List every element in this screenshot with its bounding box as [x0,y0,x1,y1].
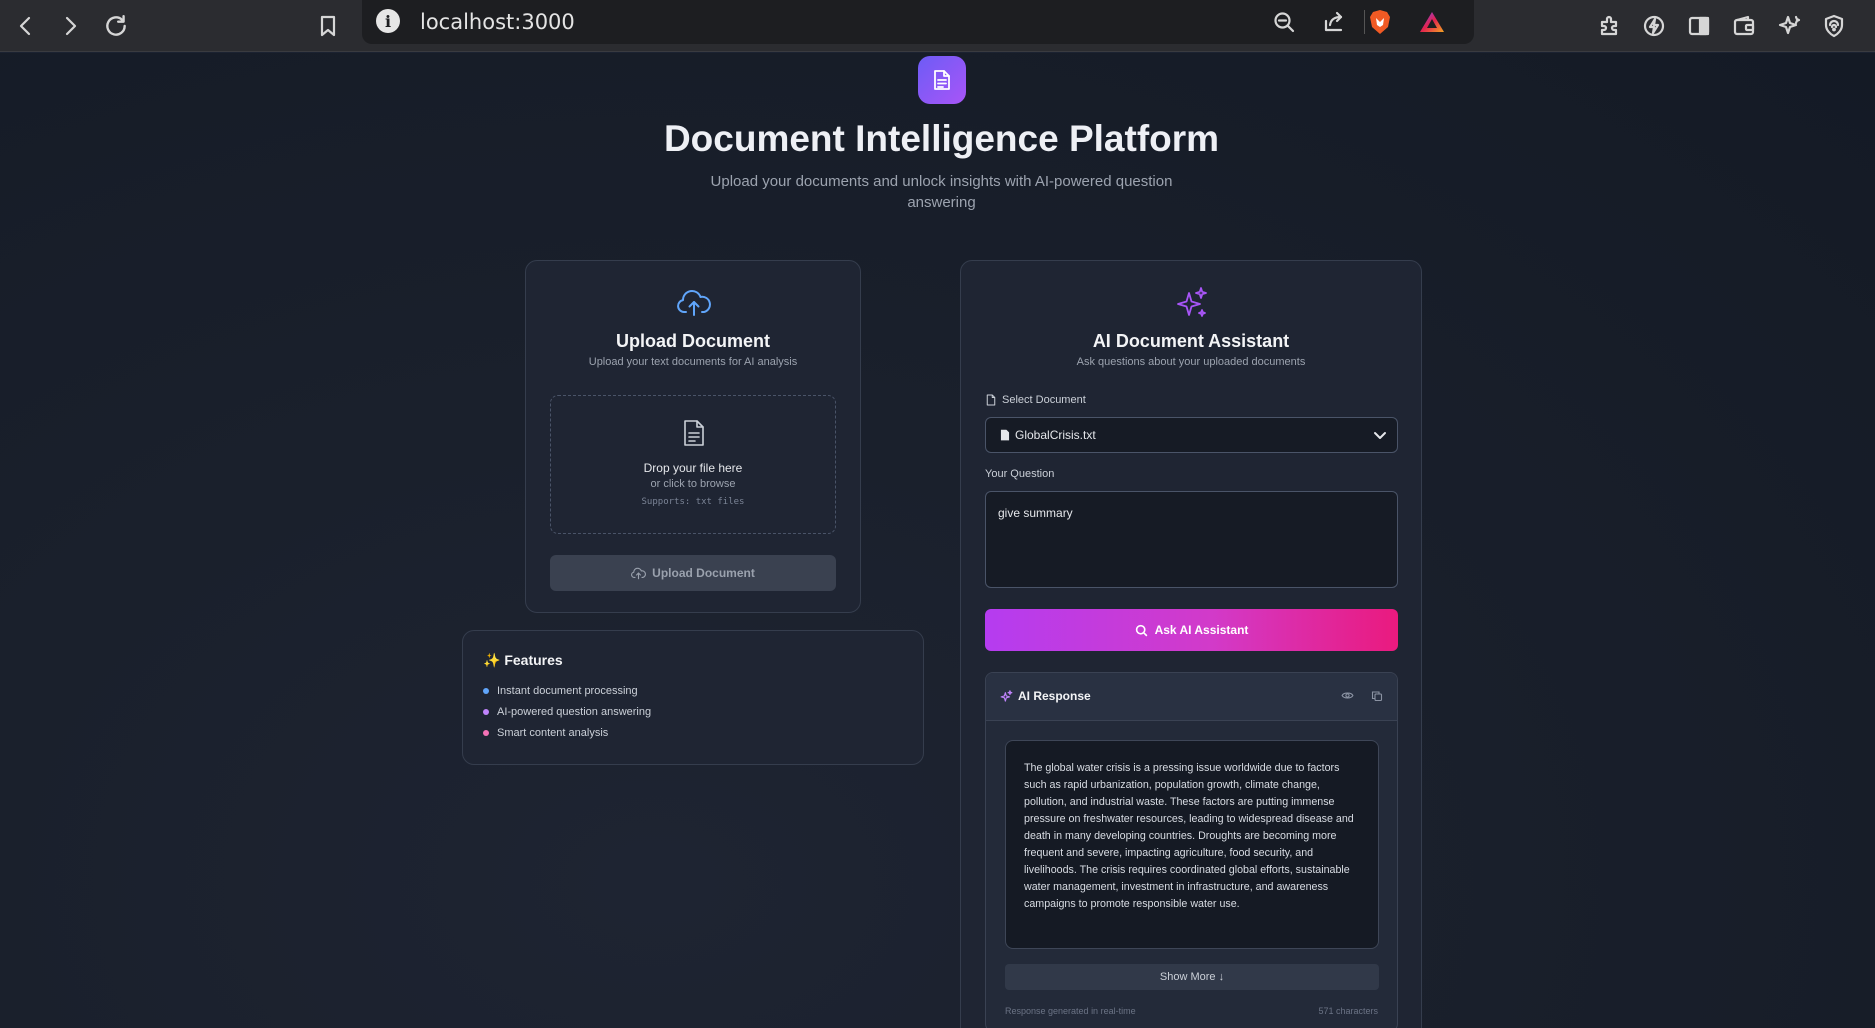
chevron-down-icon [1373,428,1387,447]
upload-card-subtitle: Upload your text documents for AI analys… [588,356,798,368]
cloud-upload-icon [676,287,712,319]
feature-item: AI-powered question answering [483,706,651,718]
upload-button-label: Upload Document [652,566,755,580]
feature-item: Instant document processing [483,685,638,697]
bullet-dot [483,709,489,715]
url-text: localhost:3000 [420,10,575,34]
file-dropzone[interactable]: Drop your file here or click to browse S… [550,395,836,534]
show-more-button[interactable]: Show More ↓ [1005,964,1379,990]
ai-sparkle-icon[interactable] [1769,6,1809,46]
features-title: ✨ Features [483,652,563,668]
leo-icon[interactable] [1634,6,1674,46]
toolbar-separator [1364,10,1365,34]
browser-toolbar: i localhost:3000 [0,0,1875,52]
select-document-label-text: Select Document [1002,394,1086,406]
feature-item: Smart content analysis [483,727,608,739]
selected-document-name: GlobalCrisis.txt [1015,428,1096,442]
response-title: AI Response [1000,689,1091,703]
vpn-shield-icon[interactable] [1814,6,1854,46]
search-icon [1135,624,1147,636]
document-select[interactable]: GlobalCrisis.txt [985,417,1398,453]
response-character-count: 571 characters [1318,1006,1378,1016]
ai-response-panel: AI Response The global water crisis is a… [985,672,1398,1028]
response-footer-status: Response generated in real-time [1005,1006,1136,1016]
sidebar-icon[interactable] [1679,6,1719,46]
address-bar[interactable]: i localhost:3000 [362,0,1474,44]
assistant-card-subtitle: Ask questions about your uploaded docume… [1076,356,1306,368]
wallet-icon[interactable] [1724,6,1764,46]
cloud-upload-icon [631,567,647,579]
response-title-text: AI Response [1018,689,1091,703]
question-input[interactable]: give summary [985,491,1398,588]
upload-card: Upload Document Upload your text documen… [525,260,861,613]
assistant-card: AI Document Assistant Ask questions abou… [960,260,1422,1028]
file-icon [1000,429,1010,441]
sparkles-icon [1174,285,1210,321]
dropzone-browse-text: or click to browse [650,478,736,490]
site-info-icon[interactable]: i [376,9,400,33]
feature-label: Instant document processing [497,685,638,697]
zoom-out-icon[interactable] [1268,6,1300,38]
bullet-dot [483,730,489,736]
feature-label: Smart content analysis [497,727,609,739]
share-icon[interactable] [1318,6,1350,38]
brave-rewards-icon[interactable] [1416,6,1448,38]
sparkles-icon [1000,689,1013,702]
copy-icon[interactable] [1371,689,1383,707]
document-icon [934,70,950,90]
select-document-label: Select Document [986,394,1086,406]
file-icon [679,418,709,448]
feature-label: AI-powered question answering [497,706,652,718]
ask-button-label: Ask AI Assistant [1154,623,1249,637]
bullet-dot [483,688,489,694]
response-text: The global water crisis is a pressing is… [1005,740,1379,949]
page-subtitle: Upload your documents and unlock insight… [710,173,1173,211]
upload-card-title: Upload Document [615,331,770,351]
response-header: AI Response [986,673,1397,721]
features-card: ✨ Features Instant document processing A… [462,630,924,765]
back-icon[interactable] [6,6,46,46]
eye-icon[interactable] [1341,689,1354,707]
dropzone-supported-types: Supports: txt files [641,497,745,507]
upload-document-button[interactable]: Upload Document [550,555,836,591]
bookmark-icon[interactable] [308,6,348,46]
page-content: Document Intelligence Platform Upload yo… [0,53,1875,1028]
file-icon [986,394,996,406]
question-label: Your Question [985,468,1055,480]
extensions-icon[interactable] [1590,6,1630,46]
assistant-card-title: AI Document Assistant [1092,331,1290,351]
reload-icon[interactable] [96,6,136,46]
brave-shield-icon[interactable] [1364,6,1396,38]
forward-icon[interactable] [50,6,90,46]
selected-document: GlobalCrisis.txt [1000,428,1096,442]
dropzone-title: Drop your file here [643,461,743,475]
app-logo [918,56,966,104]
page-title: Document Intelligence Platform [663,118,1220,159]
ask-ai-assistant-button[interactable]: Ask AI Assistant [985,609,1398,651]
